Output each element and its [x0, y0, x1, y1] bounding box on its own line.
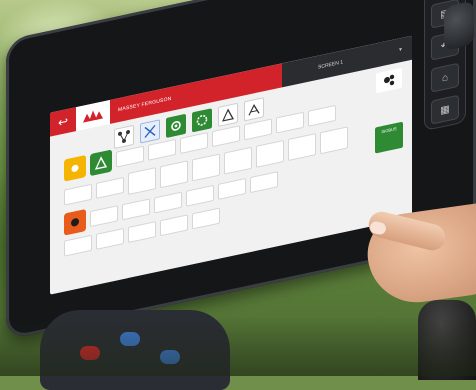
implement-icon — [248, 104, 260, 116]
tractor-button[interactable] — [90, 149, 112, 177]
triangle-icon — [94, 156, 108, 170]
grid-cell[interactable] — [186, 184, 214, 207]
gear-icon — [171, 120, 181, 131]
grid-cell[interactable] — [320, 126, 348, 155]
cone-icon — [222, 108, 234, 122]
grid-cell[interactable] — [148, 138, 176, 161]
grid-cell[interactable] — [90, 205, 118, 228]
grid-cell[interactable] — [160, 214, 188, 237]
grid-cell[interactable] — [250, 171, 278, 194]
grid-cell[interactable] — [218, 177, 246, 200]
grid-cell[interactable] — [192, 153, 220, 182]
grid-cell[interactable] — [64, 234, 92, 257]
home-icon: ⌂ — [441, 71, 449, 84]
triple-triangle-logo-icon — [83, 110, 103, 123]
grid-cell[interactable] — [256, 139, 284, 168]
grid-cell[interactable] — [160, 160, 188, 189]
grid-cell[interactable] — [128, 221, 156, 244]
bottom-shadow — [0, 316, 476, 376]
grid-cell[interactable] — [192, 207, 220, 230]
grid-cell[interactable] — [180, 132, 208, 155]
grid-cell[interactable] — [212, 125, 240, 148]
rotary-knob[interactable] — [444, 0, 474, 51]
hitch-button[interactable] — [64, 208, 86, 236]
path-icon — [144, 124, 156, 138]
grid-cell[interactable] — [154, 191, 182, 214]
grid-cell[interactable] — [276, 111, 304, 134]
hitch-icon — [71, 218, 79, 227]
grid-cell[interactable] — [96, 227, 124, 250]
right-panel: ISOBUS — [374, 67, 404, 154]
grid-cell[interactable] — [96, 176, 124, 199]
grid-cell[interactable] — [288, 133, 316, 162]
cog-icon — [196, 114, 208, 126]
network-icon — [118, 130, 130, 143]
robot-icon — [384, 74, 395, 86]
isobus-label: ISOBUS — [381, 125, 397, 135]
robot-button[interactable] — [376, 67, 402, 94]
load-button[interactable] — [64, 154, 86, 182]
grid-cell[interactable] — [224, 146, 252, 175]
home-button[interactable]: ⌂ — [431, 62, 459, 93]
sun-icon — [71, 164, 79, 172]
grid-cell[interactable] — [244, 118, 272, 141]
grid-button[interactable]: ▦ — [431, 94, 459, 125]
back-arrow-icon: ↩ — [57, 113, 69, 130]
grid-icon: ▦ — [440, 103, 450, 117]
grid-cell[interactable] — [308, 104, 336, 127]
isobus-button[interactable]: ISOBUS — [375, 121, 403, 154]
grid-cell[interactable] — [116, 145, 144, 168]
chevron-down-icon: ▾ — [398, 46, 402, 54]
grid-cell[interactable] — [64, 183, 92, 206]
grid-cell[interactable] — [122, 198, 150, 221]
back-button[interactable]: ↩ — [50, 107, 76, 137]
grid-cell[interactable] — [128, 167, 156, 196]
tab-label: SCREEN 1 — [318, 59, 344, 71]
